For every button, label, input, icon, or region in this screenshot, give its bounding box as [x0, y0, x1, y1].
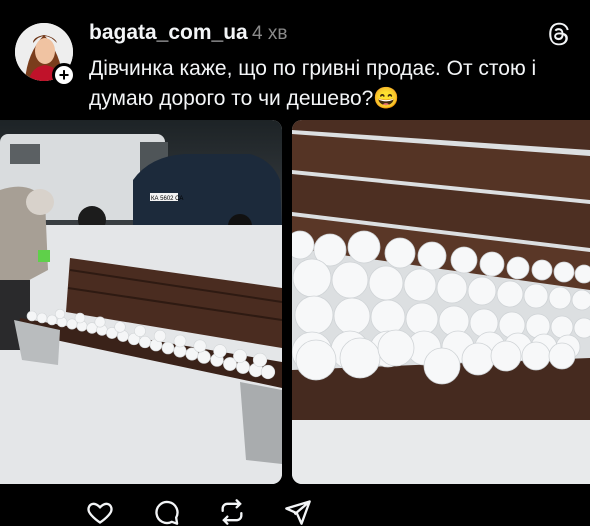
post-text: Дівчинка каже, що по гривні продає. От с…: [89, 57, 537, 110]
svg-text:КА 5602 СА: КА 5602 СА: [151, 196, 183, 202]
username[interactable]: bagata_com_ua: [89, 21, 248, 45]
repost-icon[interactable]: [218, 498, 246, 526]
action-bar: [86, 498, 312, 526]
send-icon[interactable]: [284, 498, 312, 526]
bench-snowballs-photo[interactable]: КА 5602 СА: [0, 120, 282, 484]
heart-icon[interactable]: [86, 498, 114, 526]
post-time: 4 хв: [252, 23, 288, 44]
snowballs-closeup-photo[interactable]: [292, 120, 590, 484]
follow-plus-button[interactable]: +: [52, 63, 76, 87]
threads-logo-icon[interactable]: [546, 22, 570, 46]
comment-icon[interactable]: [152, 498, 180, 526]
